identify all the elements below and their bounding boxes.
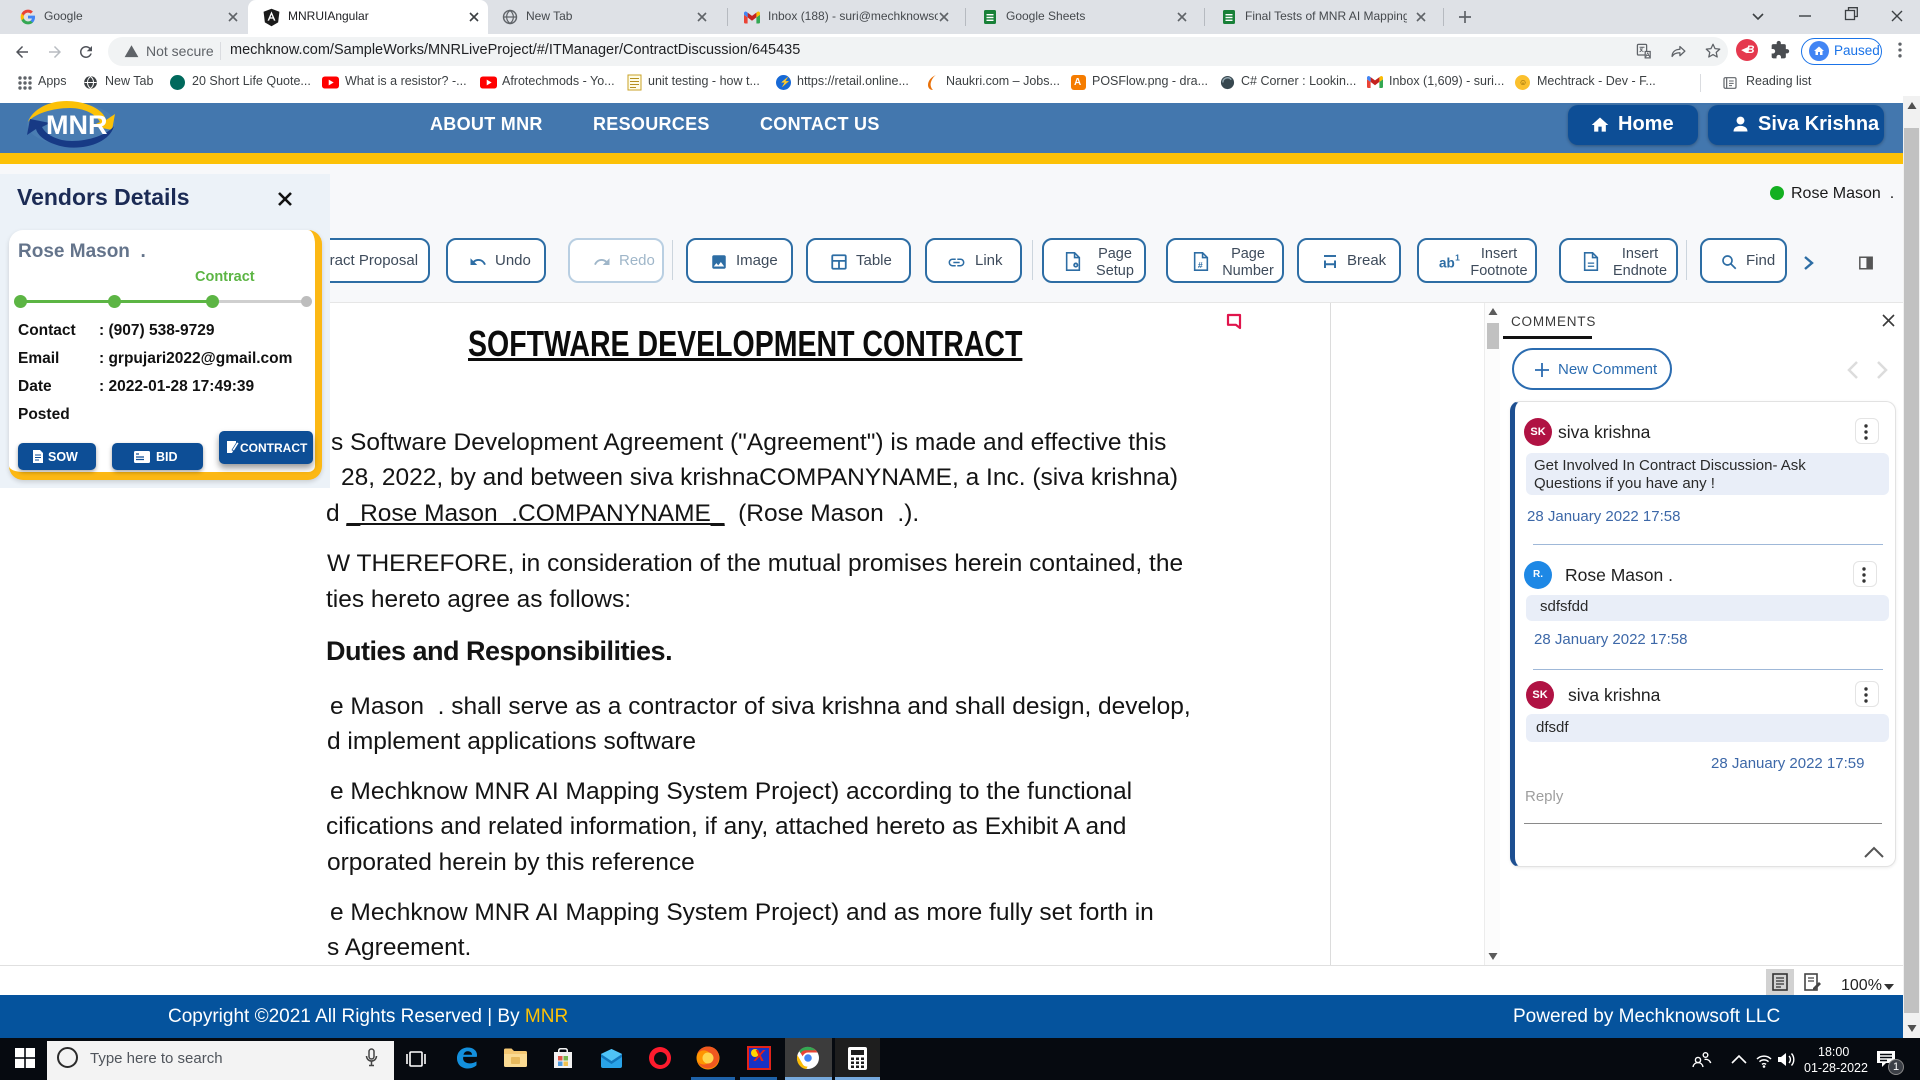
svg-text:#: #	[1198, 260, 1203, 270]
svg-text:ab: ab	[1439, 256, 1455, 271]
svg-text:1: 1	[1455, 253, 1460, 263]
svg-text:MNR: MNR	[46, 110, 108, 140]
